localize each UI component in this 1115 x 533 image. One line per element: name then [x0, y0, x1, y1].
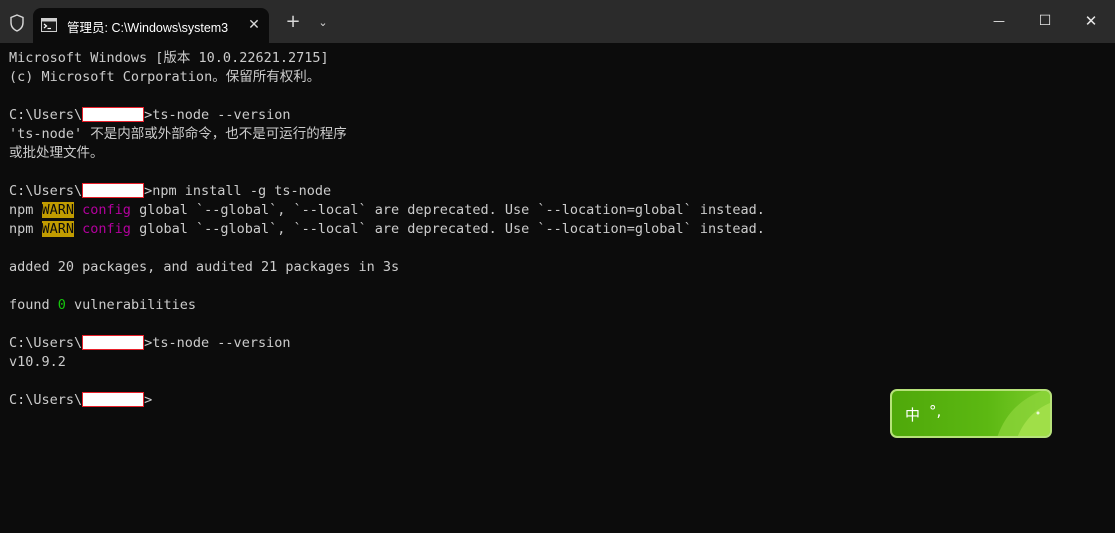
output-line: 或批处理文件。: [9, 144, 104, 163]
redacted-username: [82, 183, 145, 198]
redacted-username: [82, 335, 145, 350]
output-line: Microsoft Windows [版本 10.0.22621.2715]: [9, 49, 329, 68]
output-line: found 0 vulnerabilities: [9, 296, 196, 315]
minimize-button[interactable]: —: [976, 0, 1022, 43]
ime-mode-label[interactable]: 中: [905, 404, 920, 425]
output-text: v10.9.2: [9, 354, 66, 370]
output-line: added 20 packages, and audited 21 packag…: [9, 258, 399, 277]
title-bar[interactable]: 管理员: C:\Windows\system3 ✕ + ⌄ — ☐ ✕: [0, 0, 1115, 43]
npm-warn-line: npm WARN config global `--global`, `--lo…: [9, 220, 765, 239]
output-text: Microsoft Windows [版本 10.0.22621.2715]: [9, 50, 329, 66]
terminal-window: 管理员: C:\Windows\system3 ✕ + ⌄ — ☐ ✕ Micr…: [0, 0, 1115, 533]
config-label: config: [82, 221, 131, 237]
config-label: config: [82, 202, 131, 218]
redacted-username: [82, 392, 145, 407]
prompt-path: C:\Users\: [9, 335, 83, 351]
warn-badge: WARN: [41, 221, 75, 237]
warn-message: global `--global`, `--local` are depreca…: [130, 202, 765, 218]
terminal-output[interactable]: Microsoft Windows [版本 10.0.22621.2715] (…: [0, 43, 1115, 533]
npm-label: npm: [9, 221, 42, 237]
new-tab-icon[interactable]: +: [284, 12, 302, 34]
vulnerability-count: 0: [57, 297, 66, 313]
prompt-path: C:\Users\: [9, 392, 83, 408]
output-text: added 20 packages, and audited 21 packag…: [9, 259, 400, 275]
output-line: v10.9.2: [9, 353, 66, 372]
prompt-path: C:\Users\: [9, 107, 83, 123]
shield-icon: [10, 14, 24, 32]
chevron-down-icon[interactable]: ⌄: [315, 12, 331, 34]
output-text: (c) Microsoft Corporation。保留所有权利。: [9, 69, 321, 85]
leaf-icon: [997, 391, 1050, 436]
tab-title: 管理员: C:\Windows\system3: [67, 21, 229, 35]
found-label: found: [9, 297, 58, 313]
prompt-line: C:\Users\ >: [9, 391, 152, 410]
command-text: >ts-node --version: [144, 107, 291, 123]
maximize-button[interactable]: ☐: [1022, 0, 1068, 43]
command-text: >ts-node --version: [144, 335, 291, 351]
error-text: 或批处理文件。: [9, 145, 104, 161]
prompt-line: C:\Users\ >ts-node --version: [9, 106, 290, 125]
error-text: 'ts-node' 不是内部或外部命令，也不是可运行的程序: [9, 126, 347, 142]
close-button[interactable]: ✕: [1068, 0, 1114, 43]
warn-badge: WARN: [41, 202, 75, 218]
terminal-tab[interactable]: 管理员: C:\Windows\system3 ✕: [33, 8, 269, 43]
ime-indicator[interactable]: 中 °,: [890, 389, 1052, 438]
output-line: 'ts-node' 不是内部或外部命令，也不是可运行的程序: [9, 125, 347, 144]
output-line: (c) Microsoft Corporation。保留所有权利。: [9, 68, 320, 87]
prompt-line: C:\Users\ >npm install -g ts-node: [9, 182, 331, 201]
redacted-username: [82, 107, 145, 122]
npm-label: npm: [9, 202, 42, 218]
vulnerabilities-label: vulnerabilities: [65, 297, 196, 313]
prompt-path: C:\Users\: [9, 183, 83, 199]
npm-warn-line: npm WARN config global `--global`, `--lo…: [9, 201, 765, 220]
command-text: >npm install -g ts-node: [144, 183, 332, 199]
tab-close-icon[interactable]: ✕: [245, 16, 263, 34]
warn-message: global `--global`, `--local` are depreca…: [130, 221, 765, 237]
ime-punctuation-label[interactable]: °,: [929, 402, 941, 420]
prompt-suffix: >: [144, 392, 153, 408]
prompt-line: C:\Users\ >ts-node --version: [9, 334, 290, 353]
terminal-icon: [41, 18, 57, 32]
